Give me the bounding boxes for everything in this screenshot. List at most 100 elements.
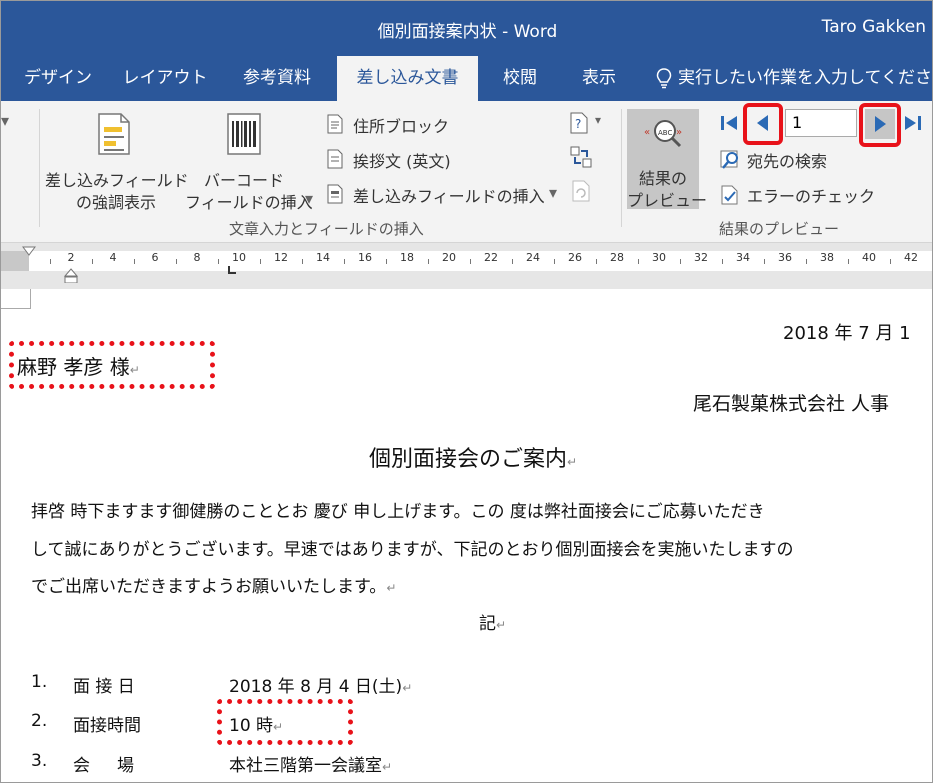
preview-label-2: プレビュー xyxy=(627,191,708,210)
horizontal-ruler[interactable]: 2 4 6 8 10 12 14 16 18 20 22 24 26 28 30 32 34 36 38 40 42 xyxy=(29,251,932,271)
ruler-tick-mark xyxy=(260,259,261,264)
tell-me-box[interactable]: 実行したい作業を入力してください xyxy=(656,56,933,101)
ruler-tick-label: 16 xyxy=(358,251,372,264)
item-number: 2. xyxy=(31,711,48,731)
address-block-icon xyxy=(327,114,343,134)
barcode-label-1: バーコード xyxy=(203,171,284,190)
item-value-venue: 本社三階第一会議室↵ xyxy=(229,751,392,776)
user-name[interactable]: Taro Gakken xyxy=(822,17,926,37)
record-number-input[interactable]: 1 xyxy=(785,109,857,137)
tell-me-text: 実行したい作業を入力してください xyxy=(678,68,933,88)
ruler-tick-mark xyxy=(50,259,51,264)
match-fields-icon xyxy=(570,146,592,168)
tab-layout[interactable]: レイアウト xyxy=(119,56,211,101)
letter-date: 2018 年 7 月 1 xyxy=(783,323,911,344)
ruler-tick-mark xyxy=(722,259,723,264)
group-separator xyxy=(39,109,40,227)
ruler-tick-label: 36 xyxy=(778,251,792,264)
body-line-1: 拝啓 時下ますます御健勝のこととお 慶び 申し上げます。この 度は弊社面接会にご… xyxy=(31,502,765,522)
last-record-icon[interactable] xyxy=(903,113,923,133)
check-errors-icon xyxy=(721,185,738,205)
svg-text:»: » xyxy=(676,127,682,138)
chevron-down-icon: ▾ xyxy=(305,189,314,208)
greeting-line-label: 挨拶文 (英文) xyxy=(353,152,451,171)
ruler-tick-mark xyxy=(848,259,849,264)
ruler-tick-label: 32 xyxy=(694,251,708,264)
ruler-area: 2 4 6 8 10 12 14 16 18 20 22 24 26 28 30 32 34 36 38 40 42 xyxy=(1,243,932,284)
highlight-fields-label-1: 差し込みフィールド xyxy=(45,171,189,190)
margin-crop-mark xyxy=(1,289,31,309)
group-label-write-insert: 文章入力とフィールドの挿入 xyxy=(229,220,424,238)
item-value-venue-text: 本社三階第一会議室 xyxy=(229,756,382,776)
preview-results-button[interactable]: « ABC » 結果の プレビュー xyxy=(627,109,708,210)
update-labels-button[interactable] xyxy=(569,179,595,205)
merge-field-highlight-time xyxy=(217,699,353,745)
ruler-tick-mark xyxy=(512,259,513,264)
letter-heading: 個別面接会のご案内↵ xyxy=(369,441,577,473)
ruler-tick-label: 20 xyxy=(442,251,456,264)
ruler-tick-label: 12 xyxy=(274,251,288,264)
rules-icon: ? xyxy=(570,112,588,134)
body-line-2: して誠にありがとうございます。早速ではありますが、下記のとおり個別面接会を実施い… xyxy=(31,540,794,560)
merge-field-highlight-recipient xyxy=(9,341,215,389)
svg-text:«: « xyxy=(644,127,650,138)
ruler-tick-label: 10 xyxy=(232,251,246,264)
chevron-down-icon: ▾ xyxy=(549,183,558,202)
paragraph-mark-icon: ↵ xyxy=(496,618,507,632)
letter-heading-text: 個別面接会のご案内 xyxy=(369,447,568,472)
partial-dropdown-arrow[interactable]: ▾ xyxy=(1,111,9,130)
ruler-tick-mark xyxy=(344,259,345,264)
item-label-date: 面 接 日 xyxy=(73,677,135,697)
tab-view[interactable]: 表示 xyxy=(567,56,631,101)
tab-review[interactable]: 校閲 xyxy=(491,56,549,101)
body-line-3-text: でご出席いただきますようお願いいたします。 xyxy=(31,577,387,597)
update-labels-icon xyxy=(572,180,590,202)
ruler-tick-label: 2 xyxy=(67,251,75,264)
preview-results-icon: « ABC » xyxy=(644,120,682,148)
item-value-date: 2018 年 8 月 4 日(土)↵ xyxy=(229,672,412,697)
ki-heading: 記↵ xyxy=(479,609,506,634)
item-number: 3. xyxy=(31,751,48,771)
first-line-indent-marker-icon[interactable] xyxy=(21,245,37,259)
insert-merge-field-label: 差し込みフィールドの挿入 xyxy=(353,187,545,206)
ruler-tick-label: 4 xyxy=(109,251,117,264)
paragraph-mark-icon: ↵ xyxy=(382,760,393,774)
find-recipient-label: 宛先の検索 xyxy=(747,152,828,171)
ruler-tick-mark xyxy=(680,259,681,264)
tab-design[interactable]: デザイン xyxy=(15,56,101,101)
insert-merge-field-icon xyxy=(327,184,343,204)
previous-record-highlight xyxy=(743,103,783,145)
ruler-tick-mark xyxy=(596,259,597,264)
word-window: 個別面接案内状 - Word Taro Gakken デザイン レイアウト 参考… xyxy=(0,0,933,783)
find-recipient-icon xyxy=(720,150,738,169)
chevron-down-icon: ▾ xyxy=(595,113,602,127)
ruler-tick-label: 42 xyxy=(904,251,918,264)
group-label-preview: 結果のプレビュー xyxy=(719,220,840,238)
tab-references[interactable]: 参考資料 xyxy=(229,56,325,101)
ruler-tick-mark xyxy=(218,259,219,264)
item-label-venue: 会 場 xyxy=(73,756,135,776)
group-separator xyxy=(621,109,622,227)
ruler-tick-label: 8 xyxy=(193,251,201,264)
insert-barcode-field-button[interactable]: バーコード フィールドの挿入 ▾ xyxy=(181,109,321,219)
ruler-tick-label: 6 xyxy=(151,251,159,264)
ruler-tick-label: 40 xyxy=(862,251,876,264)
tab-mailings[interactable]: 差し込み文書 xyxy=(337,56,478,101)
rules-button[interactable]: ? ▾ xyxy=(569,111,613,137)
ruler-tick-mark xyxy=(134,259,135,264)
document-page[interactable]: 2018 年 7 月 1 麻野 孝彦 様↵ 尾石製菓株式会社 人事 個別面接会の… xyxy=(1,289,932,782)
barcode-icon xyxy=(227,113,261,155)
ruler-tick-mark xyxy=(176,259,177,264)
ruler-tick-mark xyxy=(470,259,471,264)
first-record-icon[interactable] xyxy=(719,113,739,133)
sender-company: 尾石製菓株式会社 人事 xyxy=(693,393,890,415)
item-label-time: 面接時間 xyxy=(73,716,141,736)
window-title: 個別面接案内状 - Word xyxy=(377,22,558,42)
left-tab-stop-icon[interactable] xyxy=(227,265,237,275)
next-record-highlight xyxy=(859,103,901,147)
ruler-tick-label: 24 xyxy=(526,251,540,264)
barcode-label-2: フィールドの挿入 xyxy=(185,193,313,212)
highlight-merge-fields-button[interactable]: 差し込みフィールド の強調表示 xyxy=(45,109,189,219)
match-fields-button[interactable] xyxy=(569,145,595,171)
paragraph-mark-icon: ↵ xyxy=(402,681,413,695)
